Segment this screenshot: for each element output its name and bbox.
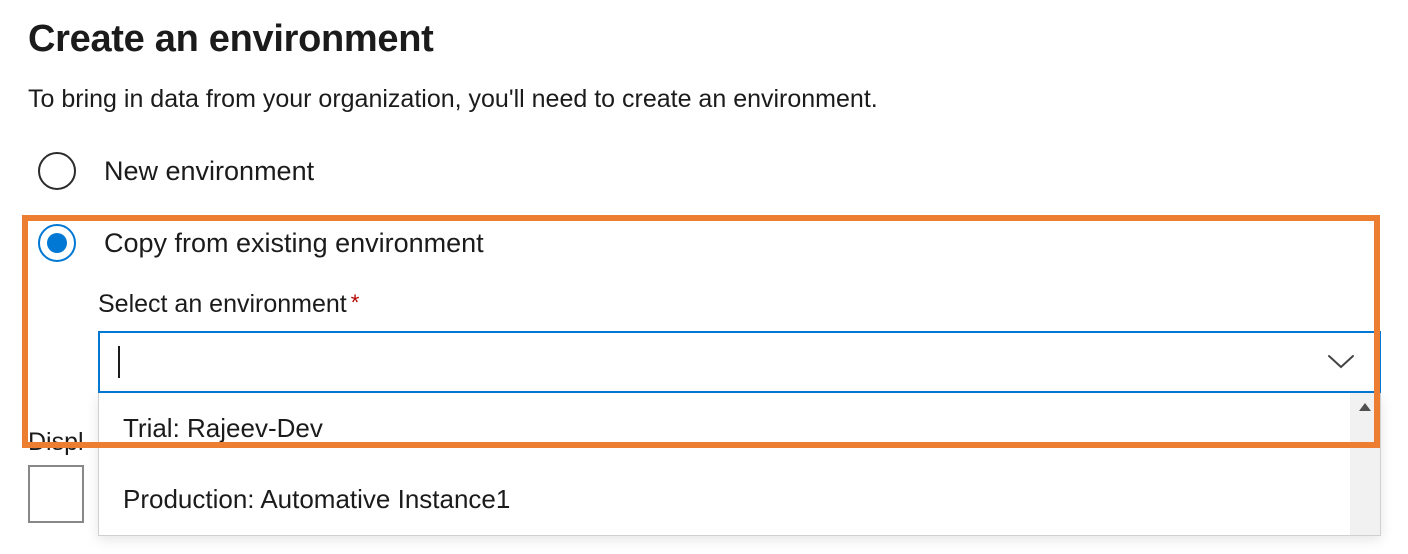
radio-label-new-environment: New environment <box>104 156 314 187</box>
display-name-input-partial[interactable] <box>28 465 84 523</box>
dropdown-scrollbar[interactable] <box>1350 393 1380 535</box>
radio-copy-environment[interactable] <box>38 224 76 262</box>
select-environment-field: Select an environment* Trial: Rajeev-Dev… <box>98 290 1380 393</box>
radio-new-environment[interactable] <box>38 152 76 190</box>
select-environment-label: Select an environment* <box>98 290 1380 319</box>
environment-type-radio-group: New environment Copy from existing envir… <box>28 152 1380 393</box>
select-environment-label-text: Select an environment <box>98 290 347 318</box>
required-asterisk: * <box>351 290 360 315</box>
page-subtitle: To bring in data from your organization,… <box>28 85 1380 114</box>
radio-label-copy-environment: Copy from existing environment <box>104 228 484 259</box>
radio-row-new-environment: New environment <box>38 152 1380 190</box>
page-title: Create an environment <box>28 18 1380 61</box>
radio-row-copy-environment: Copy from existing environment <box>38 224 1380 262</box>
triangle-up-icon <box>1359 403 1371 411</box>
dropdown-option[interactable]: Trial: Rajeev-Dev <box>99 393 1380 464</box>
display-name-label-partial: Displ <box>28 428 84 457</box>
dropdown-option[interactable]: Production: Automative Instance1 <box>99 464 1380 535</box>
chevron-down-icon[interactable] <box>1327 354 1355 370</box>
select-environment-combobox-wrapper: Trial: Rajeev-Dev Production: Automative… <box>98 331 1381 393</box>
text-cursor <box>118 346 120 378</box>
environment-dropdown: Trial: Rajeev-Dev Production: Automative… <box>98 393 1381 536</box>
scroll-up-button[interactable] <box>1350 393 1380 421</box>
select-environment-combobox[interactable] <box>98 331 1381 393</box>
